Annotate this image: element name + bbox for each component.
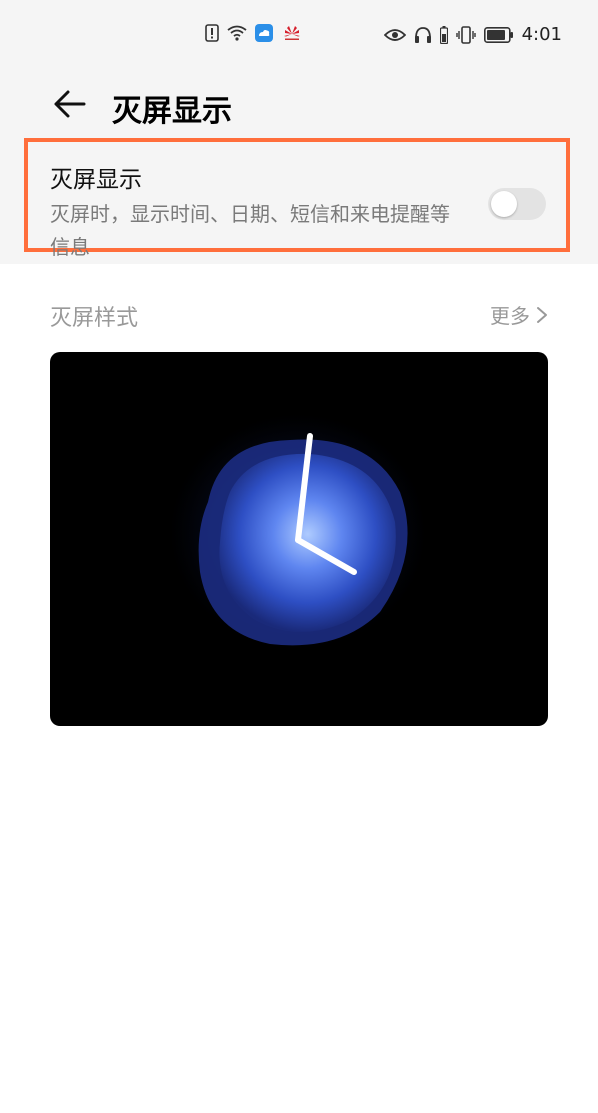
more-label: 更多 (490, 304, 530, 328)
battery-icon (483, 26, 514, 43)
more-link[interactable]: 更多 (490, 300, 548, 329)
sim-alert-icon (205, 24, 219, 42)
huawei-logo-icon (281, 24, 303, 42)
headphones-icon (414, 26, 432, 44)
battery-small-icon (439, 25, 448, 44)
wifi-icon (227, 25, 247, 41)
aod-toggle-switch[interactable] (488, 188, 546, 220)
back-arrow-icon (50, 84, 90, 124)
cloud-icon (255, 24, 273, 42)
clock-artwork (170, 414, 426, 650)
aod-setting-description: 灭屏时，显示时间、日期、短信和来电提醒等信息 (50, 202, 450, 259)
back-button[interactable] (50, 84, 90, 124)
toggle-knob (491, 191, 517, 217)
vibrate-icon (455, 25, 476, 44)
aod-setting-title: 灭屏显示 (50, 167, 142, 193)
app-header: 灭屏显示 (0, 72, 598, 134)
eye-icon (383, 27, 406, 43)
status-bar: 4:01 (0, 0, 598, 72)
page-title: 灭屏显示 (112, 94, 232, 129)
style-section-title: 灭屏样式 (50, 306, 139, 331)
status-right-icons: 4:01 (383, 24, 562, 45)
status-time: 4:01 (521, 24, 562, 45)
chevron-right-icon (536, 306, 548, 324)
aod-style-preview[interactable] (50, 352, 548, 726)
status-center-icons (205, 24, 303, 42)
